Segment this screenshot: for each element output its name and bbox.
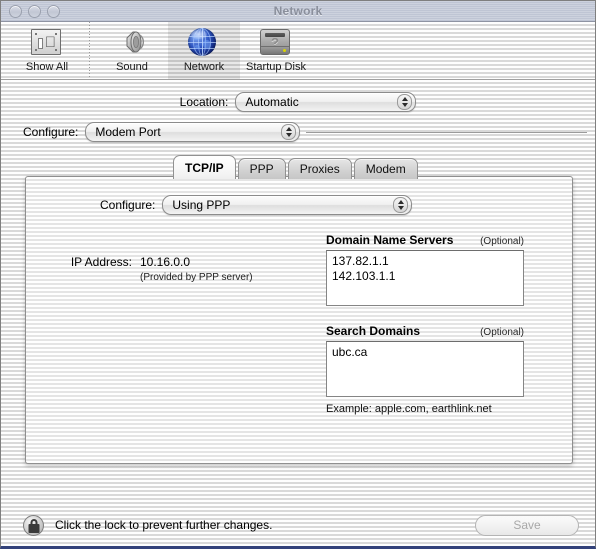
hard-disk-icon: ?	[260, 26, 292, 58]
close-button[interactable]	[9, 5, 22, 18]
tcpip-configure-value: Using PPP	[172, 198, 231, 212]
location-popup-button[interactable]: Automatic	[235, 92, 417, 112]
tcpip-panel: Configure: Using PPP IP Address: 10.16.0…	[25, 176, 573, 464]
ip-address-value: 10.16.0.0	[140, 255, 191, 269]
toolbar-item-sound[interactable]: Sound	[96, 22, 168, 79]
toolbar-label-network: Network	[183, 61, 225, 73]
tcpip-configure-label: Configure:	[100, 198, 156, 212]
tcpip-columns: IP Address: 10.16.0.0 (Provided by PPP s…	[26, 215, 572, 415]
location-row: Location: Automatic	[1, 80, 595, 112]
tab-proxies[interactable]: Proxies	[287, 158, 352, 179]
stepper-arrows-icon	[397, 94, 413, 110]
ip-address-row: IP Address: 10.16.0.0	[40, 255, 326, 269]
location-value: Automatic	[245, 95, 299, 109]
save-button-label: Save	[513, 518, 541, 532]
minimize-button[interactable]	[28, 5, 41, 18]
toolbar-label-show-all: Show All	[25, 61, 69, 73]
search-domains-optional-label: (Optional)	[480, 327, 524, 338]
search-domains-title: Search Domains	[326, 324, 421, 338]
speaker-icon	[116, 26, 148, 58]
bottom-bar: Click the lock to prevent further change…	[1, 501, 595, 546]
locked-padlock-icon[interactable]	[23, 514, 44, 536]
tab-ppp[interactable]: PPP	[237, 158, 286, 179]
configure-divider	[306, 131, 587, 133]
configure-port-value: Modem Port	[95, 125, 161, 139]
tcpip-configure-popup-button[interactable]: Using PPP	[162, 195, 413, 215]
configure-port-row: Configure: Modem Port	[1, 112, 595, 142]
toolbar-label-sound: Sound	[116, 61, 148, 73]
toolbar-label-startup-disk: Startup Disk	[246, 61, 306, 73]
tab-modem[interactable]: Modem	[353, 158, 418, 179]
tab-bar: TCP/IP PPP Proxies Modem	[25, 155, 420, 179]
zoom-button[interactable]	[47, 5, 60, 18]
configure-port-popup-button[interactable]: Modem Port	[85, 122, 301, 142]
show-all-icon: 	[31, 26, 63, 58]
tab-modem-label: Modem	[365, 162, 406, 176]
tcpip-left-column: IP Address: 10.16.0.0 (Provided by PPP s…	[26, 233, 326, 415]
tcpip-right-column: Domain Name Servers (Optional) 137.82.1.…	[326, 233, 560, 415]
network-preferences-window: Network  Show All	[0, 0, 596, 549]
configure-port-label: Configure:	[23, 125, 79, 139]
toolbar-separator	[89, 22, 90, 79]
globe-icon	[188, 26, 220, 58]
dns-optional-label: (Optional)	[480, 236, 524, 247]
preferences-toolbar:  Show All	[1, 22, 595, 80]
tcpip-configure-row: Configure: Using PPP	[26, 177, 572, 215]
preferences-body: Location: Automatic Configure: Modem Por…	[1, 80, 595, 546]
toolbar-item-show-all[interactable]:  Show All	[11, 22, 83, 79]
stepper-arrows-icon	[281, 124, 297, 140]
search-domains-textarea[interactable]: ubc.ca	[326, 341, 524, 397]
window-titlebar: Network	[1, 1, 595, 22]
search-domains-example: Example: apple.com, earthlink.net	[326, 403, 492, 415]
stepper-arrows-icon	[393, 197, 409, 213]
lock-hint-text: Click the lock to prevent further change…	[55, 518, 273, 532]
window-controls	[9, 5, 60, 18]
tab-ppp-label: PPP	[249, 162, 274, 176]
toolbar-item-network[interactable]: Network	[168, 22, 240, 79]
window-title: Network	[273, 4, 323, 18]
save-button[interactable]: Save	[475, 514, 579, 536]
dns-header: Domain Name Servers (Optional)	[326, 233, 524, 247]
tab-tcpip-label: TCP/IP	[185, 160, 224, 175]
tab-proxies-label: Proxies	[299, 162, 340, 176]
dns-title: Domain Name Servers	[326, 233, 454, 247]
ip-address-note: (Provided by PPP server)	[140, 272, 253, 283]
dns-textarea[interactable]: 137.82.1.1 142.103.1.1	[326, 250, 524, 306]
tab-tcpip[interactable]: TCP/IP	[173, 155, 236, 179]
toolbar-item-startup-disk[interactable]: ? Startup Disk	[240, 22, 312, 79]
ip-address-label: IP Address:	[70, 255, 132, 269]
search-domains-header: Search Domains (Optional)	[326, 324, 524, 338]
location-label: Location:	[179, 95, 229, 109]
